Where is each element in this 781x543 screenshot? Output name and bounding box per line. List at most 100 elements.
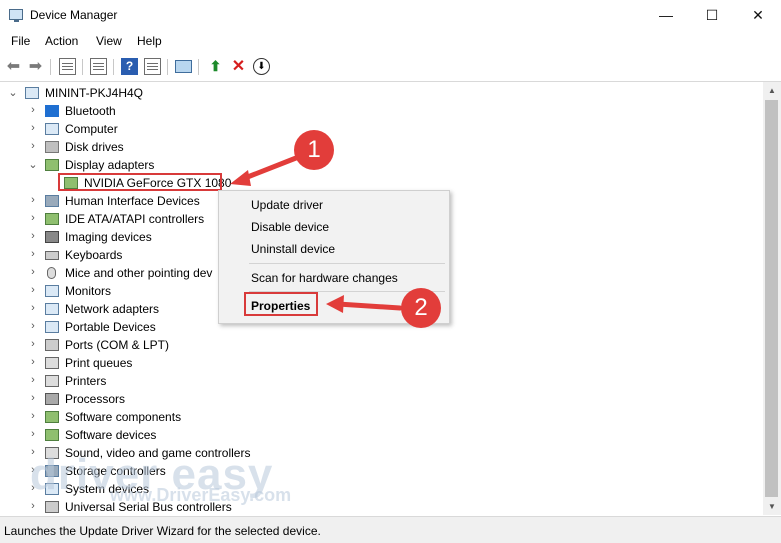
expand-chevron-icon[interactable]: › [28, 122, 38, 134]
disk-drive-icon [45, 141, 59, 153]
tree-item-label: Printers [65, 374, 107, 388]
expand-chevron-icon[interactable]: › [28, 104, 38, 116]
software-component-icon [45, 411, 59, 423]
expand-chevron-icon[interactable]: › [28, 392, 38, 404]
expand-chevron-icon[interactable]: › [28, 212, 38, 224]
ide-controller-icon [45, 213, 59, 225]
hid-icon [45, 195, 59, 207]
menu-view[interactable]: View [96, 34, 122, 48]
step-2-badge: 2 [401, 288, 441, 328]
menu-file[interactable]: File [11, 34, 30, 48]
expand-chevron-icon[interactable]: › [28, 428, 38, 440]
uninstall-device-icon[interactable]: ✕ [230, 58, 247, 75]
network-adapter-icon [45, 303, 59, 315]
forward-arrow-icon[interactable]: ➡ [27, 58, 44, 75]
tree-item-label: Display adapters [65, 158, 155, 172]
tree-item-processors[interactable]: › Processors [0, 390, 700, 408]
scroll-thumb[interactable] [765, 100, 778, 497]
tree-item-label: Processors [65, 392, 126, 406]
tree-item-label: Print queues [65, 356, 133, 370]
scroll-up-icon[interactable]: ▲ [763, 82, 781, 99]
portable-device-icon [45, 321, 59, 333]
computer-icon [45, 123, 59, 135]
tree-item-software-devices[interactable]: › Software devices [0, 426, 700, 444]
tree-item-label: Software components [65, 410, 182, 424]
tree-item-ports[interactable]: › Ports (COM & LPT) [0, 336, 700, 354]
tree-item-usb-controllers[interactable]: › Universal Serial Bus controllers [0, 498, 700, 515]
expand-chevron-icon[interactable]: › [28, 338, 38, 350]
monitor-icon[interactable] [175, 60, 192, 73]
collapse-chevron-icon[interactable]: ⌄ [28, 158, 38, 171]
menu-item-disable-device[interactable]: Disable device [251, 220, 329, 234]
status-bar: Launches the Update Driver Wizard for th… [0, 516, 781, 543]
tree-item-label: Monitors [65, 284, 112, 298]
properties-icon[interactable] [90, 58, 107, 75]
vertical-scrollbar[interactable]: ▲ ▼ [763, 82, 781, 515]
menu-bar: File Action View Help [0, 31, 781, 52]
tree-item-label: Network adapters [65, 302, 160, 316]
toolbar-separator [113, 59, 114, 75]
camera-icon [45, 231, 59, 243]
selected-item-highlight [58, 173, 222, 191]
toolbar-separator [82, 59, 83, 75]
monitor-icon [45, 285, 59, 297]
menu-action[interactable]: Action [45, 34, 78, 48]
collapse-chevron-icon[interactable]: ⌄ [8, 86, 18, 99]
mouse-icon [47, 267, 56, 279]
expand-chevron-icon[interactable]: › [28, 374, 38, 386]
bluetooth-icon [45, 105, 59, 117]
tree-item-label: Mice and other pointing dev [65, 266, 213, 280]
expand-chevron-icon[interactable]: › [28, 194, 38, 206]
toolbar: ⬅ ➡ ? ⬆ ✕ ⬇ [0, 53, 781, 82]
tree-item-label: Keyboards [65, 248, 123, 262]
back-arrow-icon[interactable]: ⬅ [5, 58, 22, 75]
tree-item-label: Imaging devices [65, 230, 152, 244]
expand-chevron-icon[interactable]: › [28, 500, 38, 512]
expand-chevron-icon[interactable]: › [28, 410, 38, 422]
action-pane-icon[interactable] [144, 58, 161, 75]
expand-chevron-icon[interactable]: › [28, 320, 38, 332]
tree-item-computer[interactable]: › Computer [0, 120, 700, 138]
menu-item-properties[interactable]: Properties [251, 299, 310, 313]
tree-item-printers[interactable]: › Printers [0, 372, 700, 390]
scroll-down-icon[interactable]: ▼ [763, 498, 781, 515]
tree-item-print-queues[interactable]: › Print queues [0, 354, 700, 372]
tree-item-label: Bluetooth [65, 104, 116, 118]
minimize-button[interactable]: — [643, 0, 689, 31]
expand-chevron-icon[interactable]: › [28, 266, 38, 278]
toolbar-separator [167, 59, 168, 75]
port-icon [45, 339, 59, 351]
expand-chevron-icon[interactable]: › [28, 356, 38, 368]
download-icon[interactable]: ⬇ [253, 58, 270, 75]
close-button[interactable]: ✕ [735, 0, 781, 31]
tree-item-disk-drives[interactable]: › Disk drives [0, 138, 700, 156]
expand-chevron-icon[interactable]: › [28, 248, 38, 260]
menu-item-update-driver[interactable]: Update driver [251, 198, 323, 212]
tree-item-display-adapters[interactable]: ⌄ Display adapters [0, 156, 700, 174]
software-device-icon [45, 429, 59, 441]
tree-item-label: Portable Devices [65, 320, 156, 334]
toolbar-separator [50, 59, 51, 75]
expand-chevron-icon[interactable]: › [28, 230, 38, 242]
expand-chevron-icon[interactable]: › [28, 302, 38, 314]
tree-item-label: Computer [65, 122, 118, 136]
maximize-button[interactable]: ☐ [689, 0, 735, 31]
menu-item-scan-hardware[interactable]: Scan for hardware changes [251, 271, 398, 285]
show-hide-console-tree-icon[interactable] [59, 58, 76, 75]
step-1-badge: 1 [294, 130, 334, 170]
computer-icon [25, 87, 39, 99]
title-bar: Device Manager — ☐ ✕ [0, 0, 781, 31]
tree-item-bluetooth[interactable]: › Bluetooth [0, 102, 700, 120]
help-icon[interactable]: ? [121, 58, 138, 75]
menu-help[interactable]: Help [137, 34, 162, 48]
printer-icon [45, 375, 59, 387]
expand-chevron-icon[interactable]: › [28, 140, 38, 152]
tree-root-label: MININT-PKJ4H4Q [45, 86, 144, 100]
tree-item-label: Ports (COM & LPT) [65, 338, 170, 352]
menu-item-uninstall-device[interactable]: Uninstall device [251, 242, 335, 256]
tree-item-software-components[interactable]: › Software components [0, 408, 700, 426]
update-driver-icon[interactable]: ⬆ [207, 58, 224, 75]
tree-root[interactable]: ⌄ MININT-PKJ4H4Q [0, 84, 700, 102]
processor-icon [45, 393, 59, 405]
expand-chevron-icon[interactable]: › [28, 284, 38, 296]
